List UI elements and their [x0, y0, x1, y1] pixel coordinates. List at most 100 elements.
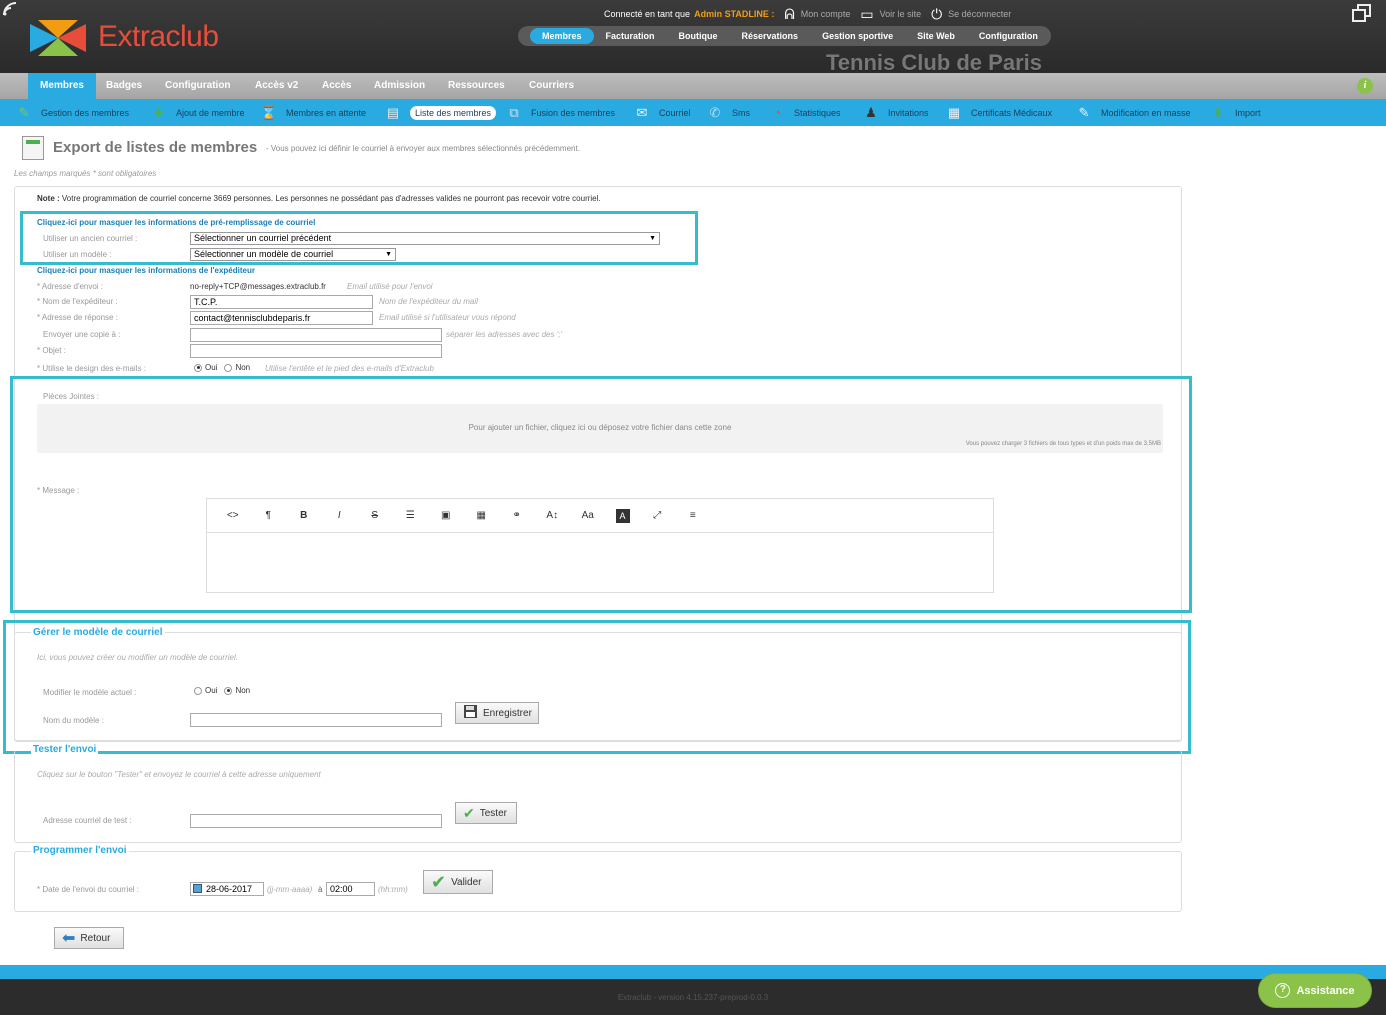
test-intro: Cliquez sur le bouton "Tester" et envoye…	[37, 770, 321, 779]
view-site-link[interactable]: Voir le site	[880, 9, 922, 19]
align-icon[interactable]: ≡	[675, 506, 711, 526]
top-nav-item[interactable]: Site Web	[905, 28, 967, 44]
sub-nav-label: Membres en attente	[286, 107, 367, 118]
template-name-field[interactable]	[190, 713, 442, 727]
sub-nav-label: Statistiques	[794, 107, 841, 118]
fullscreen-icon[interactable]: ⤢	[640, 506, 676, 526]
sender-toggle-link[interactable]: Cliquez-ici pour masquer les information…	[37, 266, 255, 275]
top-nav-item[interactable]: Facturation	[594, 28, 667, 44]
footer-stripe	[0, 965, 1386, 979]
back-button[interactable]: ⬅ Retour	[54, 927, 124, 949]
user-icon[interactable]: ᕱ	[784, 6, 794, 23]
top-nav-item[interactable]: Boutique	[667, 28, 730, 44]
note-label: Note :	[37, 194, 60, 203]
reply-label: * Adresse de réponse :	[37, 313, 118, 322]
mail-icon: ✉	[636, 104, 648, 120]
modify-template-label: Modifier le modèle actuel :	[43, 688, 137, 697]
main-nav-item[interactable]: Admission	[374, 73, 425, 99]
font-size-icon[interactable]: A↕	[535, 506, 571, 526]
image-icon[interactable]: ▣	[428, 506, 464, 526]
sub-nav-item[interactable]: ♟ Invitations	[862, 99, 928, 126]
my-account-link[interactable]: Mon compte	[801, 9, 851, 19]
main-nav-item[interactable]: Configuration	[165, 73, 231, 99]
subject-field[interactable]	[190, 344, 442, 358]
test-legend: Tester l'envoi	[31, 744, 99, 755]
sub-nav-item[interactable]: ✆ Sms	[706, 99, 750, 126]
main-nav-item[interactable]: Membres	[28, 73, 96, 99]
sub-nav-item[interactable]: ⬇ Import	[1209, 99, 1261, 126]
font-family-icon[interactable]: Aa	[570, 506, 606, 526]
sub-nav-item[interactable]: ◔ Statistiques	[768, 99, 841, 126]
modify-radio-group: Oui Non	[194, 686, 250, 695]
strikethrough-icon[interactable]: S	[357, 506, 393, 526]
main-nav-item[interactable]: Accès	[322, 73, 351, 99]
validate-button[interactable]: ✔ Valider	[423, 870, 493, 894]
save-template-button[interactable]: Enregistrer	[455, 702, 539, 724]
assistance-button[interactable]: ? Assistance	[1259, 974, 1371, 1007]
italic-icon[interactable]: I	[322, 506, 358, 526]
test-address-field[interactable]	[190, 814, 442, 828]
top-nav-item[interactable]: Gestion sportive	[810, 28, 905, 44]
sub-nav-item[interactable]: ✚ Ajout de membre	[150, 99, 245, 126]
attachment-dropzone[interactable]: Pour ajouter un fichier, cliquez ici ou …	[37, 404, 1163, 453]
required-fields-note: Les champs marqués * sont obligatoires	[14, 169, 157, 178]
invitation-icon: ♟	[865, 104, 877, 120]
schedule-time-field[interactable]: 02:00	[326, 882, 375, 896]
code-view-icon[interactable]: <>	[215, 506, 251, 526]
sub-nav-item[interactable]: ▦ Certificats Médicaux	[945, 99, 1052, 126]
link-icon[interactable]: ⚭	[499, 506, 535, 526]
main-nav-item[interactable]: Accès v2	[255, 73, 298, 99]
table-icon[interactable]: ▦	[464, 506, 500, 526]
logout-link[interactable]: Se déconnecter	[948, 9, 1011, 19]
reply-field[interactable]: contact@tennisclubdeparis.fr	[190, 311, 373, 325]
schedule-date-value: 28-06-2017	[206, 884, 253, 894]
restore-window-icon[interactable]	[1352, 4, 1372, 22]
sub-nav-item[interactable]: ⧉ Fusion des membres	[505, 99, 615, 126]
modify-non-radio[interactable]	[224, 686, 233, 695]
app-header: Extraclub Connecté en tant que Admin STA…	[0, 0, 1386, 75]
cc-field[interactable]	[190, 328, 442, 342]
design-non-radio[interactable]	[224, 363, 233, 372]
sub-nav-label: Ajout de membre	[176, 107, 245, 118]
note-line: Note : Votre programmation de courriel c…	[37, 194, 601, 203]
back-button-label: Retour	[80, 932, 111, 944]
sub-nav-item[interactable]: ✎ Modification en masse	[1075, 99, 1191, 126]
chevron-down-icon: ▼	[385, 251, 392, 258]
info-icon[interactable]: i	[1357, 78, 1373, 94]
list-icon[interactable]: ☰	[393, 506, 429, 526]
main-nav-item[interactable]: Courriers	[529, 73, 574, 99]
sender-name-field[interactable]: T.C.P.	[190, 295, 373, 309]
modify-oui-radio[interactable]	[194, 686, 202, 695]
calendar-icon[interactable]	[193, 884, 202, 893]
prefill-toggle-link[interactable]: Cliquez-ici pour masquer les information…	[37, 218, 315, 227]
top-nav-item[interactable]: Réservations	[730, 28, 811, 44]
bold-icon[interactable]: B	[286, 506, 322, 526]
extraclub-logo-icon[interactable]	[30, 20, 86, 56]
top-nav-item[interactable]: Configuration	[967, 28, 1050, 44]
main-nav-item[interactable]: Ressources	[448, 73, 505, 99]
old-mail-select[interactable]: Sélectionner un courriel précédent ▼	[190, 232, 660, 245]
schedule-date-field[interactable]: 28-06-2017	[190, 882, 264, 896]
dropzone-limits: Vous pouvez charger 3 fichiers de tous t…	[965, 441, 1161, 447]
paragraph-icon[interactable]: ¶	[251, 506, 287, 526]
monitor-icon[interactable]: ▭	[860, 6, 873, 23]
at-label: à	[318, 885, 323, 894]
logo-text[interactable]: Extraclub	[98, 20, 219, 54]
message-editor[interactable]: <> ¶ B I S ☰ ▣ ▦ ⚭ A↕ Aa A ⤢ ≡	[206, 498, 994, 593]
sub-nav-item[interactable]: ▤ Liste des membres	[384, 99, 497, 126]
design-oui-radio[interactable]	[194, 363, 202, 372]
sub-nav-item[interactable]: ✉ Courriel	[633, 99, 691, 126]
wifi-icon	[2, 1, 18, 17]
sub-nav-item[interactable]: ✎ Gestion des membres	[15, 99, 130, 126]
test-button[interactable]: ✔ Tester	[455, 802, 517, 824]
test-button-label: Tester	[479, 807, 507, 819]
top-nav-item[interactable]: Membres	[530, 28, 594, 44]
attachments-label: Pièces Jointes :	[43, 392, 100, 401]
text-color-icon[interactable]: A	[615, 508, 630, 523]
power-icon[interactable]: ⏻	[931, 6, 942, 23]
page-title: Export de listes de membres	[53, 139, 258, 156]
main-nav-item[interactable]: Badges	[106, 73, 142, 99]
template-select[interactable]: Sélectionner un modèle de courriel ▼	[190, 248, 396, 261]
checkmark-icon: ✔	[463, 804, 475, 821]
sub-nav-item[interactable]: ⌛ Membres en attente	[260, 99, 366, 126]
